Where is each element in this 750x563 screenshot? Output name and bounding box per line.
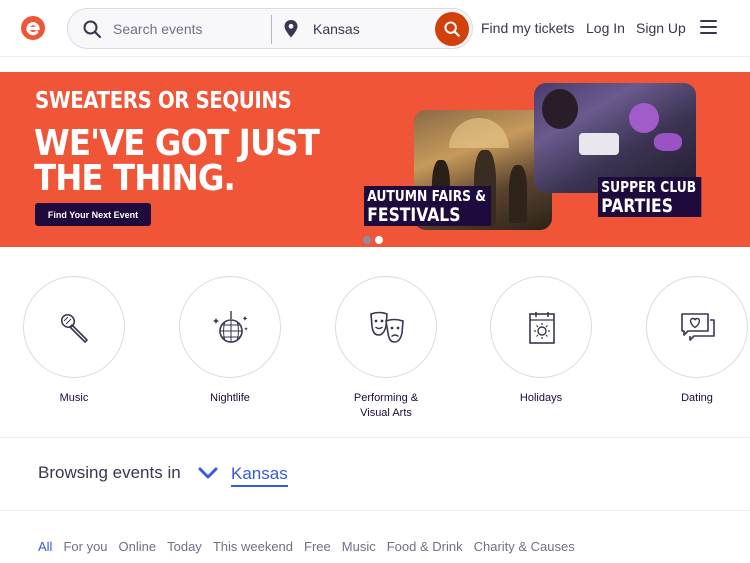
search-input[interactable] [113, 20, 303, 38]
search-icon [83, 20, 102, 39]
tab-all[interactable]: All [38, 539, 52, 554]
disco-ball-icon [213, 311, 248, 343]
hero-headline: WE'VE GOT JUST THE THING. [34, 123, 320, 199]
category-list: Music Nightlife Performing & Visual Arts… [0, 276, 750, 436]
chevron-down-icon[interactable] [198, 466, 218, 480]
carousel-dot-active[interactable] [375, 236, 383, 244]
category-performing-arts[interactable]: Performing & Visual Arts [335, 276, 437, 421]
search-submit-button[interactable] [435, 12, 469, 46]
supper-club-label-line1: SUPPER CLUB [601, 178, 697, 196]
category-circle[interactable] [23, 276, 125, 378]
theater-masks-icon [370, 311, 404, 343]
hero-headline-line1: WE'VE GOT JUST [34, 123, 320, 164]
browsing-events-label: Browsing events in [38, 463, 181, 482]
category-circle[interactable] [179, 276, 281, 378]
category-circle[interactable] [646, 276, 748, 378]
login-link[interactable]: Log In [586, 20, 625, 36]
tab-charity-causes[interactable]: Charity & Causes [474, 539, 575, 554]
eventbrite-logo[interactable] [21, 16, 45, 40]
tab-for-you[interactable]: For you [63, 539, 107, 554]
carousel-dots [363, 231, 387, 247]
signup-link[interactable]: Sign Up [636, 20, 686, 36]
autumn-fairs-label: AUTUMN FAIRS & FESTIVALS [364, 186, 491, 226]
category-label: Nightlife [210, 392, 250, 404]
supper-club-label: SUPPER CLUB PARTIES [598, 177, 702, 217]
category-circle[interactable] [335, 276, 437, 378]
tab-food-drink[interactable]: Food & Drink [387, 539, 463, 554]
category-dating[interactable]: Dating [646, 276, 748, 406]
tab-this-weekend[interactable]: This weekend [213, 539, 293, 554]
event-filter-tabs: All For you Online Today This weekend Free Mus… [38, 538, 586, 556]
microphone-icon [60, 313, 88, 343]
hero-banner[interactable]: SWEATERS OR SEQUINS WE'VE GOT JUST THE T… [0, 72, 750, 247]
section-divider [0, 437, 750, 438]
category-label: Dating [681, 392, 713, 404]
category-circle[interactable] [490, 276, 592, 378]
chat-heart-icon [681, 313, 715, 341]
autumn-fairs-label-line1: AUTUMN FAIRS & [367, 187, 487, 205]
tab-today[interactable]: Today [167, 539, 202, 554]
category-label: Holidays [519, 392, 563, 404]
tab-free[interactable]: Free [304, 539, 331, 554]
top-header: Find my tickets Log In Sign Up [0, 0, 750, 57]
category-music[interactable]: Music [23, 276, 125, 406]
find-my-tickets-link[interactable]: Find my tickets [481, 20, 574, 36]
category-label: Music [59, 392, 89, 404]
tab-music[interactable]: Music [342, 539, 376, 554]
hamburger-menu-icon[interactable] [700, 20, 717, 36]
browse-location-link[interactable]: Kansas [231, 464, 288, 487]
autumn-fairs-label-line2: FESTIVALS [367, 204, 461, 226]
supper-club-label-line2: PARTIES [601, 195, 673, 217]
category-nightlife[interactable]: Nightlife [179, 276, 281, 406]
category-holidays[interactable]: Holidays [490, 276, 592, 406]
carousel-dot[interactable] [363, 236, 371, 244]
search-bar [67, 8, 473, 49]
location-pin-icon [284, 20, 298, 38]
hero-headline-line2: THE THING. [34, 158, 236, 199]
section-divider [0, 510, 750, 511]
search-icon [444, 21, 460, 37]
find-next-event-button[interactable]: Find Your Next Event [35, 203, 151, 226]
hero-tagline: SWEATERS OR SEQUINS [35, 88, 292, 114]
calendar-sun-icon [529, 312, 555, 344]
search-divider [271, 15, 272, 44]
tab-online[interactable]: Online [119, 539, 157, 554]
location-input[interactable] [313, 20, 423, 38]
category-label: Performing & Visual Arts [353, 392, 419, 419]
